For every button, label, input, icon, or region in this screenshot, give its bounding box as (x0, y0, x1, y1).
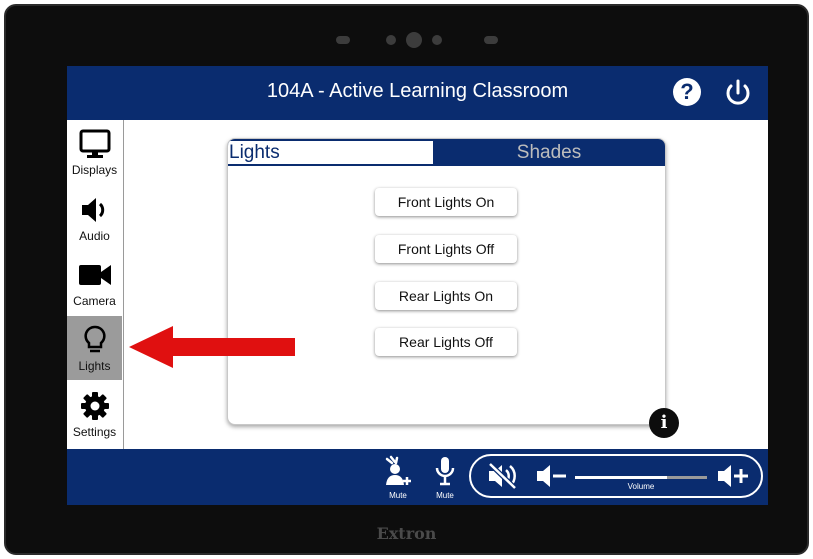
info-button[interactable]: i (649, 408, 679, 438)
rear-lights-on-button[interactable]: Rear Lights On (375, 282, 517, 310)
sensor-indicator (484, 36, 498, 44)
presenter-mute-button[interactable]: Mute (379, 453, 417, 501)
sidebar-item-lights[interactable]: Lights (67, 316, 122, 380)
gear-icon (80, 392, 109, 420)
camera-lens (406, 32, 422, 48)
sidebar-item-label: Lights (78, 359, 111, 373)
volume-up-icon (718, 465, 748, 487)
sidebar-item-audio[interactable]: Audio (67, 186, 122, 250)
help-button[interactable]: ? (673, 78, 701, 106)
brand-logo: Extron (376, 524, 437, 543)
lightbulb-icon (83, 325, 106, 353)
volume-slider[interactable] (575, 476, 707, 479)
volume-control: Volume (469, 454, 763, 498)
tab-bar: Lights Shades (228, 139, 665, 166)
volume-up-button[interactable] (715, 460, 751, 492)
question-icon: ? (680, 79, 694, 104)
volume-label: Volume (627, 482, 655, 491)
sidebar-item-label: Audio (79, 229, 110, 243)
page-title: 104A - Active Learning Classroom (266, 80, 569, 102)
sidebar-item-label: Displays (71, 163, 118, 177)
sidebar-item-displays[interactable]: Displays (67, 120, 122, 184)
sidebar-item-settings[interactable]: Settings (67, 382, 122, 446)
sidebar-item-label: Camera (73, 294, 116, 308)
sensor-indicator (336, 36, 350, 44)
info-icon: i (660, 412, 668, 433)
volume-slider-fill (575, 476, 668, 479)
sensor-dot (386, 35, 396, 45)
volume-down-icon (537, 465, 566, 487)
power-button[interactable] (721, 76, 755, 110)
mute-label: Mute (389, 491, 407, 500)
front-lights-off-button[interactable]: Front Lights Off (375, 235, 517, 263)
microphone-mute-button[interactable]: Mute (426, 453, 464, 501)
tab-shades[interactable]: Shades (433, 139, 665, 166)
volume-mute-button[interactable] (485, 460, 521, 492)
lights-panel: Lights Shades Front Lights On Front Ligh… (227, 138, 666, 425)
power-icon (726, 79, 750, 105)
video-camera-icon (78, 265, 111, 285)
footer-bar: Mute Mute Volume (67, 449, 768, 505)
touch-screen: 104A - Active Learning Classroom ? Displ… (67, 66, 768, 505)
sidebar-item-camera[interactable]: Camera (67, 251, 122, 315)
volume-down-button[interactable] (533, 460, 569, 492)
front-lights-on-button[interactable]: Front Lights On (375, 188, 517, 216)
sensor-dot (432, 35, 442, 45)
presenter-mute-icon (385, 455, 411, 485)
rear-lights-off-button[interactable]: Rear Lights Off (375, 328, 517, 356)
header-bar: 104A - Active Learning Classroom ? (67, 66, 768, 120)
tab-lights[interactable]: Lights (228, 141, 433, 164)
monitor-icon (79, 129, 110, 158)
sidebar-item-label: Settings (72, 425, 117, 439)
microphone-icon (435, 457, 455, 486)
red-arrow-icon (129, 326, 295, 368)
sidebar: Displays Audio Camera Lights Settings (67, 120, 124, 449)
speaker-icon (81, 198, 104, 222)
speaker-muted-icon (488, 462, 517, 490)
mute-label: Mute (436, 491, 454, 500)
